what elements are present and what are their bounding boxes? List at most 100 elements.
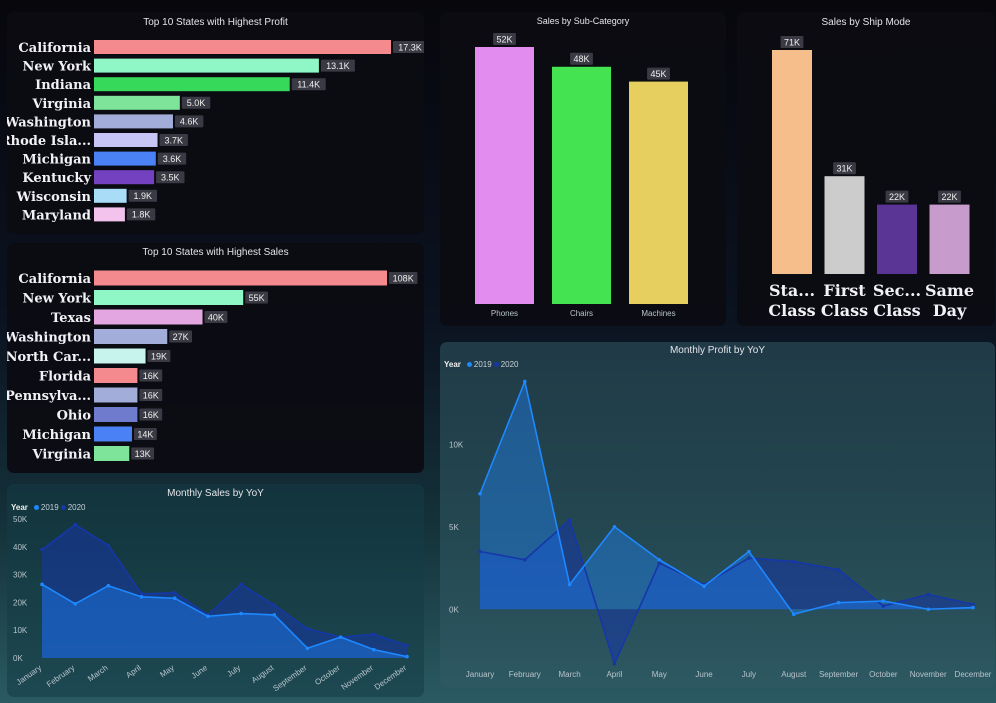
bar-value-label: 22K: [941, 192, 957, 202]
state-bar: [94, 368, 138, 383]
series-point-2019: [791, 612, 796, 616]
series-point-2019: [206, 614, 210, 619]
series-point-2020: [172, 590, 177, 595]
series-point-2020: [836, 567, 841, 572]
y-tick-label: 50K: [13, 515, 28, 524]
series-point-2019: [405, 654, 409, 659]
bar-value-label: 3.6K: [163, 154, 182, 164]
state-label: Washington: [7, 331, 92, 346]
series-point-2019: [172, 596, 177, 601]
series-point-2020: [40, 547, 44, 552]
series-point-2020: [305, 627, 310, 631]
bar-value-label: 108K: [393, 273, 414, 283]
series-point-2019: [926, 607, 930, 612]
profit-states-panel: Top 10 States with Highest Profit Califo…: [7, 12, 424, 234]
monthly-sales-panel: Monthly Sales by YoY Year 2019 2020 0K 10K 2…: [7, 484, 424, 697]
series-point-2019: [971, 605, 975, 610]
state-bar: [94, 170, 155, 185]
series-point-2019: [881, 599, 886, 603]
subcat-chart: 52K Phones 48K Chairs 45K Machines: [475, 33, 688, 318]
category-label: Class: [821, 301, 868, 320]
bar-value-label: 14K: [137, 429, 153, 439]
bar-value-label: 40K: [208, 312, 224, 322]
x-tick-label: October: [869, 670, 898, 679]
state-label: Maryland: [22, 208, 91, 223]
bar-value-label: 19K: [151, 351, 167, 361]
state-bar: [94, 309, 203, 325]
category-label: Class: [873, 301, 920, 320]
state-label: North Car...: [7, 350, 91, 365]
series-point-2019: [305, 646, 310, 651]
series-point-2019: [272, 613, 277, 617]
x-tick-label: May: [652, 670, 667, 679]
state-bar: [94, 290, 244, 305]
profit-states-chart: California 17.3K New York 13.1K Indiana 11.4K…: [7, 40, 424, 223]
series-point-2020: [73, 522, 77, 527]
series-point-2019: [523, 379, 527, 384]
series-point-2019: [567, 582, 572, 587]
x-tick-label: June: [190, 663, 210, 681]
state-bar: [94, 446, 130, 461]
bar-value-label: 71K: [784, 37, 800, 47]
x-tick-label: September: [819, 670, 858, 679]
state-bar: [94, 270, 387, 286]
category-label: First: [823, 281, 866, 300]
bar-value-label: 17.3K: [398, 42, 422, 52]
series-point-2020: [239, 582, 243, 587]
bar-value-label: 27K: [173, 332, 189, 342]
series-point-2019: [139, 595, 144, 599]
category-label: Sta...: [769, 281, 815, 300]
shipmode-panel: Sales by Ship Mode 71K Sta... Class 31K Firs…: [737, 12, 995, 326]
state-label: California: [18, 41, 91, 56]
category-bar: [772, 50, 812, 274]
state-bar: [94, 95, 180, 110]
state-bar: [94, 407, 138, 422]
series-area-2019: [42, 584, 407, 658]
y-tick-label: 0K: [13, 654, 23, 663]
category-label: Day: [933, 301, 967, 320]
state-bar: [94, 77, 290, 92]
state-bar: [94, 188, 127, 203]
series-point-2020: [567, 518, 572, 522]
state-label: Washington: [7, 115, 92, 130]
x-tick-label: February: [509, 670, 541, 679]
y-tick-label: 30K: [13, 571, 28, 580]
x-tick-label: August: [781, 670, 807, 679]
x-tick-label: December: [955, 670, 992, 679]
series-point-2019: [747, 549, 751, 554]
category-label: Chairs: [570, 309, 593, 318]
series-point-2020: [926, 592, 930, 597]
state-label: Texas: [51, 311, 91, 326]
series-point-2020: [971, 602, 975, 607]
series-point-2019: [702, 584, 706, 588]
x-tick-label: April: [606, 670, 622, 679]
state-label: Indiana: [35, 78, 91, 93]
state-label: Michigan: [22, 153, 91, 168]
series-point-2019: [73, 601, 77, 606]
monthly-profit-chart: 0K 5K 10K January February March April May June J…: [449, 378, 992, 679]
series-point-2020: [272, 603, 277, 607]
bar-value-label: 13K: [135, 449, 151, 459]
state-label: Virginia: [32, 448, 92, 463]
series-point-2020: [405, 643, 409, 648]
state-bar: [94, 426, 132, 442]
x-tick-label: October: [313, 663, 342, 687]
series-point-2020: [523, 557, 527, 562]
bar-value-label: 3.5K: [161, 173, 180, 183]
category-bar: [629, 81, 688, 304]
state-label: Kentucky: [22, 171, 91, 186]
y-tick-label: 20K: [13, 598, 28, 607]
category-label: Class: [768, 301, 815, 320]
state-label: Virginia: [32, 97, 92, 112]
x-tick-label: September: [271, 663, 308, 693]
series-point-2020: [657, 561, 662, 565]
monthly-sales-chart: 0K 10K 20K 30K 40K 50K January February March Apr…: [13, 515, 409, 693]
bar-value-label: 48K: [573, 54, 589, 64]
category-bar: [552, 66, 611, 304]
series-point-2019: [612, 524, 617, 529]
series-point-2019: [106, 583, 111, 588]
bar-value-label: 16K: [143, 410, 159, 420]
series-point-2019: [40, 582, 44, 587]
shipmode-chart: 71KSta...Class31KFirstClass22KSec...Clas…: [768, 36, 974, 320]
series-point-2019: [239, 611, 243, 616]
